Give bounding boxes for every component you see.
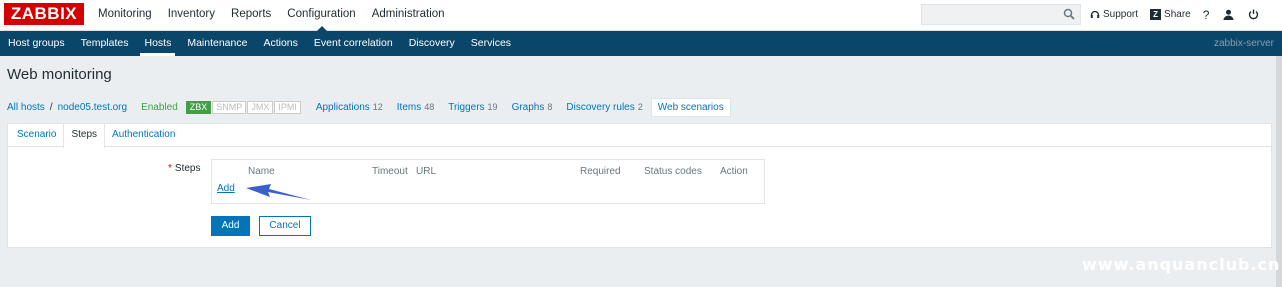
tab-steps[interactable]: Steps xyxy=(63,124,106,148)
host-navigation: All hosts / node05.test.org Enabled ZBX … xyxy=(7,97,731,117)
top-menu-inventory[interactable]: Inventory xyxy=(160,0,223,31)
discovery-rules-label[interactable]: Discovery rules xyxy=(566,102,634,113)
host-status[interactable]: Enabled xyxy=(141,102,178,113)
items-label[interactable]: Items xyxy=(397,102,421,113)
top-menu-administration[interactable]: Administration xyxy=(364,0,453,31)
triggers-label[interactable]: Triggers xyxy=(448,102,484,113)
help-icon[interactable]: ? xyxy=(1203,8,1210,22)
tab-authentication[interactable]: Authentication xyxy=(105,124,182,146)
applications-label[interactable]: Applications xyxy=(316,102,370,113)
ipmi-badge: IPMI xyxy=(274,100,301,114)
triggers-count: 19 xyxy=(487,102,498,112)
tab-scenario[interactable]: Scenario xyxy=(10,124,63,146)
sub-menu-actions[interactable]: Actions xyxy=(255,31,305,56)
column-required: Required xyxy=(580,166,621,177)
cancel-button[interactable]: Cancel xyxy=(259,216,311,236)
column-name: Name xyxy=(248,166,275,177)
host-link[interactable]: node05.test.org xyxy=(58,102,128,113)
steps-label-text: Steps xyxy=(174,163,201,174)
sub-menu-bar: Host groups Templates Hosts Maintenance … xyxy=(0,31,1282,56)
availability-badges: ZBX SNMP JMX IPMI xyxy=(185,100,302,114)
support-link[interactable]: Support xyxy=(1090,9,1138,20)
steps-label: * Steps xyxy=(168,163,200,174)
sign-out-icon[interactable] xyxy=(1248,9,1259,20)
add-button[interactable]: Add xyxy=(211,216,250,236)
page-title: Web monitoring xyxy=(7,66,112,83)
top-menu: Monitoring Inventory Reports Configurati… xyxy=(90,0,453,31)
zabbix-logo[interactable]: ZABBIX xyxy=(4,3,84,25)
column-url: URL xyxy=(416,166,437,177)
top-menu-configuration[interactable]: Configuration xyxy=(279,0,363,31)
form-tabs: Scenario Steps Authentication xyxy=(8,124,1271,148)
headset-icon xyxy=(1090,10,1100,18)
scrollbar[interactable] xyxy=(1276,56,1282,287)
sub-menu: Host groups Templates Hosts Maintenance … xyxy=(0,31,519,56)
graphs-count: 8 xyxy=(547,102,553,112)
sub-menu-maintenance[interactable]: Maintenance xyxy=(179,31,255,56)
discovery-rules-count: 2 xyxy=(637,102,643,112)
applications-count: 12 xyxy=(372,102,383,112)
sub-menu-services[interactable]: Services xyxy=(463,31,519,56)
top-links: Support Z Share ? xyxy=(1090,0,1271,29)
discovery-rules-link[interactable]: Discovery rules 2 xyxy=(566,102,642,113)
share-label: Share xyxy=(1164,9,1191,20)
zbx-badge: ZBX xyxy=(185,100,212,114)
column-action: Action xyxy=(720,166,748,177)
steps-table: Name Timeout URL Required Status codes A… xyxy=(211,159,765,204)
graphs-label[interactable]: Graphs xyxy=(512,102,545,113)
add-step-link[interactable]: Add xyxy=(217,183,235,194)
sub-menu-discovery[interactable]: Discovery xyxy=(401,31,463,56)
jmx-badge: JMX xyxy=(247,100,274,114)
form-panel: Scenario Steps Authentication * Steps Nam… xyxy=(7,123,1272,248)
items-count: 48 xyxy=(424,102,435,112)
column-status-codes: Status codes xyxy=(644,166,702,177)
top-menu-monitoring[interactable]: Monitoring xyxy=(90,0,160,31)
column-timeout: Timeout xyxy=(372,166,408,177)
search-icon[interactable] xyxy=(1063,8,1075,20)
triggers-link[interactable]: Triggers 19 xyxy=(448,102,497,113)
share-icon: Z xyxy=(1150,9,1162,20)
all-hosts-link[interactable]: All hosts xyxy=(7,102,45,113)
top-header: ZABBIX Monitoring Inventory Reports Conf… xyxy=(0,0,1282,31)
sub-menu-event-correlation[interactable]: Event correlation xyxy=(306,31,401,56)
sub-menu-hosts[interactable]: Hosts xyxy=(136,31,179,56)
breadcrumb-separator: / xyxy=(49,101,53,113)
support-label: Support xyxy=(1103,9,1139,20)
search-input[interactable] xyxy=(921,4,1081,25)
required-mark: * xyxy=(168,163,172,174)
sub-menu-templates[interactable]: Templates xyxy=(73,31,137,56)
graphs-link[interactable]: Graphs 8 xyxy=(512,102,553,113)
user-profile-icon[interactable] xyxy=(1223,9,1234,20)
items-link[interactable]: Items 48 xyxy=(397,102,434,113)
web-scenarios-link[interactable]: Web scenarios xyxy=(650,97,731,117)
share-link[interactable]: Z Share xyxy=(1150,9,1191,20)
watermark: www.anquanclub.cn xyxy=(1082,255,1281,274)
server-name: zabbix-server xyxy=(1213,38,1274,49)
sub-menu-host-groups[interactable]: Host groups xyxy=(0,31,73,56)
top-menu-reports[interactable]: Reports xyxy=(223,0,279,31)
applications-link[interactable]: Applications 12 xyxy=(316,102,383,113)
snmp-badge: SNMP xyxy=(212,100,247,114)
